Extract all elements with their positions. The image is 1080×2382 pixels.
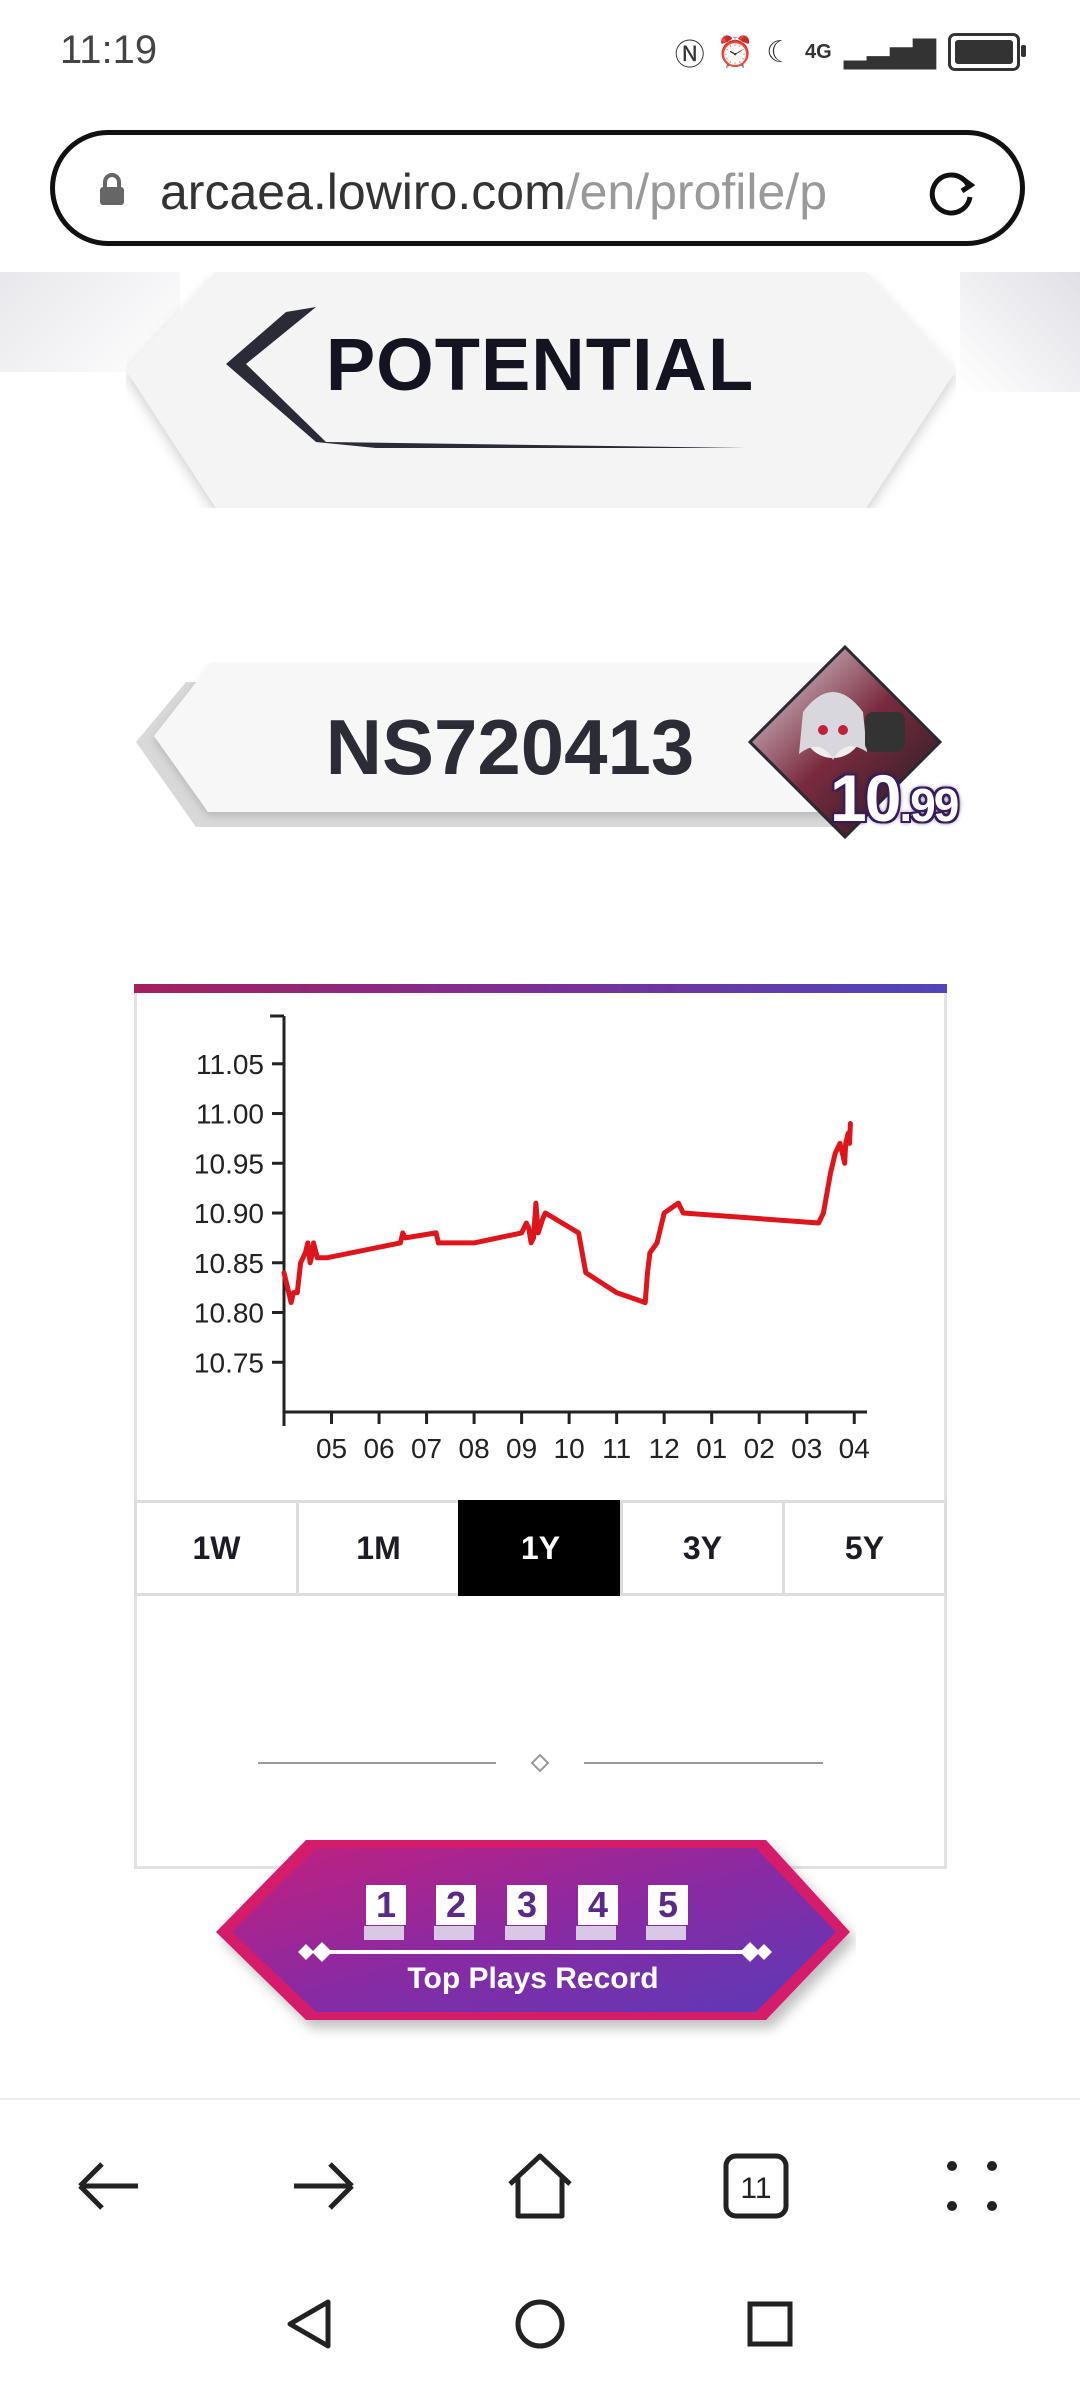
tabs-icon[interactable]: 11 (716, 2146, 796, 2226)
x-tick-label: 02 (744, 1433, 775, 1464)
reload-icon[interactable] (922, 163, 980, 221)
lock-icon (100, 173, 124, 205)
y-tick-label: 10.85 (194, 1248, 264, 1279)
top-play-rank-4: 4 (578, 1885, 618, 1925)
page-title: POTENTIAL (325, 323, 755, 406)
alarm-icon: ⏰ (716, 35, 755, 69)
chart-accent-bar (134, 984, 947, 993)
system-recents-icon[interactable] (742, 2296, 798, 2352)
top-play-rank-1: 1 (366, 1885, 406, 1925)
potential-series-line (281, 1121, 853, 1306)
network-type-label: 4G (805, 40, 832, 63)
x-tick-label: 11 (602, 1433, 631, 1464)
tab-1y[interactable]: 1Y (458, 1500, 623, 1596)
x-tick-label: 07 (411, 1433, 442, 1464)
section-divider (258, 1753, 823, 1773)
status-time: 11:19 (60, 28, 158, 72)
potential-history-chart: 10.75 10.80 10.85 10.90 10.95 11.00 11.05 05 06 0… (194, 1014, 870, 1464)
url-host: arcaea.lowiro.com (160, 164, 566, 220)
tab-count: 11 (740, 2172, 771, 2205)
menu-dots-icon[interactable] (932, 2146, 1012, 2226)
tab-1m[interactable]: 1M (296, 1500, 461, 1596)
x-tick-label: 04 (839, 1433, 870, 1464)
x-tick-label: 01 (696, 1433, 727, 1464)
url-path: /en/profile/p (565, 164, 827, 220)
y-tick-label: 10.80 (194, 1298, 264, 1329)
top-play-rank-2: 2 (436, 1885, 476, 1925)
player-name: NS720413 (325, 703, 695, 791)
tab-5y[interactable]: 5Y (782, 1500, 947, 1596)
home-icon[interactable] (500, 2146, 580, 2226)
system-back-icon[interactable] (282, 2296, 338, 2352)
top-play-rank-5: 5 (648, 1885, 688, 1925)
potential-dec: .99 (899, 779, 959, 831)
x-tick-label: 10 (554, 1433, 585, 1464)
system-home-icon[interactable] (512, 2296, 568, 2352)
browser-toolbar: 11 (0, 2098, 1080, 2270)
x-tick-label: 06 (363, 1433, 394, 1464)
potential-rating: 10.99 (830, 760, 959, 836)
top-plays-button[interactable] (216, 1840, 856, 2040)
x-tick-label: 05 (316, 1433, 347, 1464)
status-icons: Ⓝ ⏰ ☾ 4G ▂▃▅▇ (674, 30, 1026, 74)
x-tick-label: 09 (506, 1433, 537, 1464)
top-play-rank-3: 3 (507, 1885, 547, 1925)
do-not-disturb-moon-icon: ☾ (766, 35, 794, 69)
signal-icon: ▂▃▅▇ (843, 35, 936, 69)
range-tabs: 1W 1M 1Y 3Y 5Y (134, 1500, 947, 1596)
url-text[interactable]: arcaea.lowiro.com/en/profile/p (160, 163, 950, 221)
top-plays-label: Top Plays Record (407, 1962, 659, 1995)
y-tick-label: 10.90 (194, 1198, 264, 1229)
battery-charging-icon (948, 33, 1026, 71)
nfc-icon: Ⓝ (674, 39, 705, 72)
system-navigation-bar (0, 2268, 1080, 2382)
x-tick-label: 08 (459, 1433, 490, 1464)
tab-3y[interactable]: 3Y (620, 1500, 785, 1596)
y-tick-label: 10.75 (194, 1347, 264, 1378)
x-tick-label: 03 (791, 1433, 822, 1464)
y-tick-label: 10.95 (194, 1148, 264, 1179)
page-content: POTENTIAL NS720413 10.99 10.75 10.80 10.85… (0, 272, 1080, 2095)
status-bar: 11:19 Ⓝ ⏰ ☾ 4G ▂▃▅▇ (0, 0, 1080, 110)
y-tick-label: 11.05 (196, 1049, 264, 1080)
address-bar[interactable]: arcaea.lowiro.com/en/profile/p (50, 130, 1025, 246)
y-tick-label: 11.00 (196, 1099, 264, 1130)
forward-arrow-icon[interactable] (284, 2146, 364, 2226)
potential-int: 10 (830, 761, 901, 835)
back-arrow-icon[interactable] (68, 2146, 148, 2226)
tab-1w[interactable]: 1W (134, 1500, 299, 1596)
x-tick-label: 12 (649, 1433, 680, 1464)
